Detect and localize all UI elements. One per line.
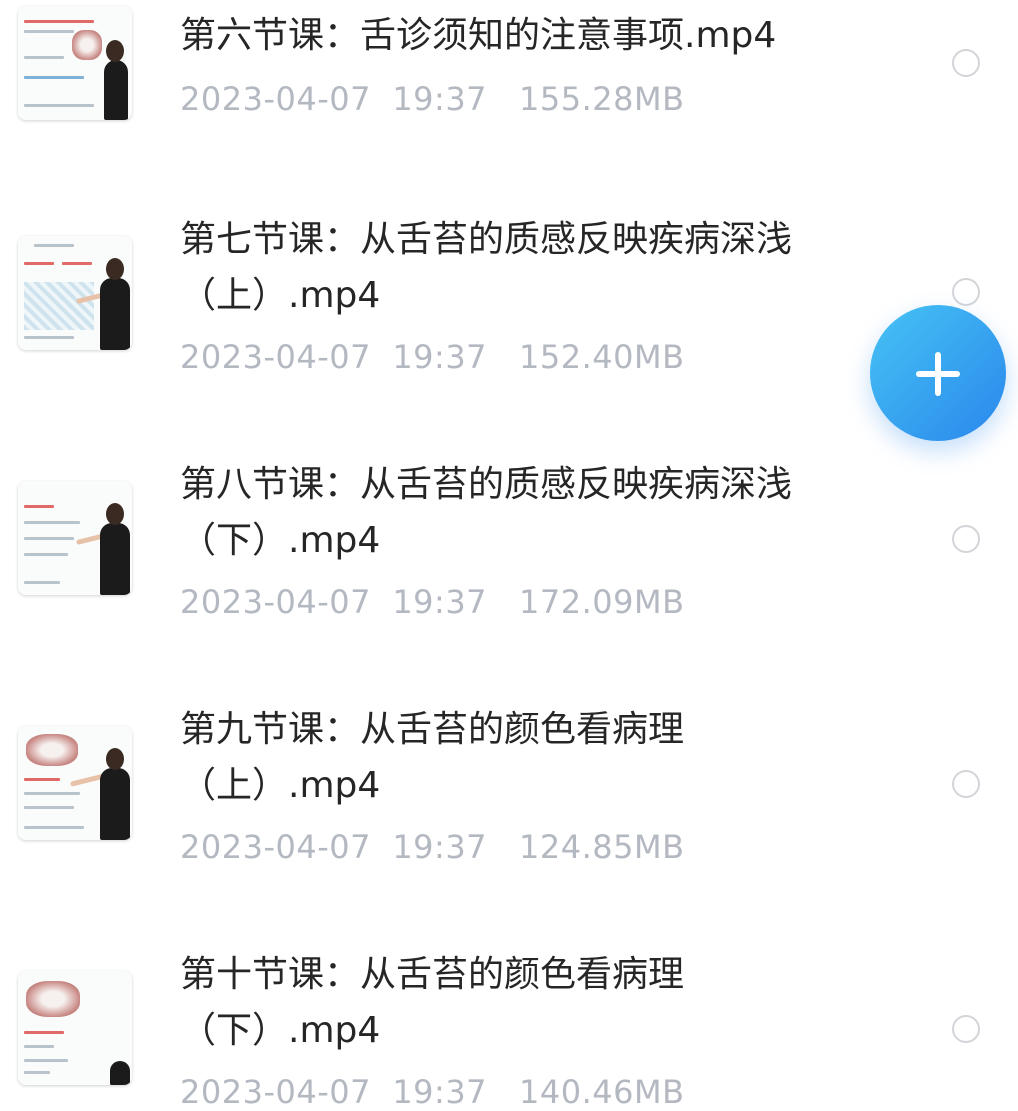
file-name: 第七节课：从舌苔的质感反映疾病深浅（上）.mp4 [180, 219, 793, 316]
video-thumbnail[interactable] [18, 236, 132, 350]
file-name: 第十节课：从舌苔的颜色看病理（下）.mp4 [180, 954, 685, 1051]
video-thumbnail[interactable] [18, 6, 132, 120]
select-radio[interactable] [952, 1015, 980, 1043]
select-radio[interactable] [952, 770, 980, 798]
file-date: 2023-04-07 [180, 583, 371, 621]
file-size: 140.46MB [519, 1073, 685, 1111]
select-radio[interactable] [952, 49, 980, 77]
file-time: 19:37 [392, 338, 488, 376]
file-meta: 2023-04-07 19:37 155.28MB [180, 80, 685, 118]
file-date: 2023-04-07 [180, 1073, 371, 1111]
video-thumbnail[interactable] [18, 726, 132, 840]
file-list-item[interactable]: 第七节课：从舌苔的质感反映疾病深浅（上）.mp4 2023-04-07 19:3… [0, 200, 1018, 420]
file-meta: 2023-04-07 19:37 124.85MB [180, 828, 685, 866]
file-meta: 2023-04-07 19:37 140.46MB [180, 1073, 685, 1111]
file-meta: 2023-04-07 19:37 152.40MB [180, 338, 685, 376]
file-list-item[interactable]: 第十节课：从舌苔的颜色看病理（下）.mp4 2023-04-07 19:37 1… [0, 935, 1018, 1111]
file-list-item[interactable]: 第六节课：舌诊须知的注意事项.mp4 2023-04-07 19:37 155.… [0, 0, 1018, 150]
file-date: 2023-04-07 [180, 80, 371, 118]
file-meta: 2023-04-07 19:37 172.09MB [180, 583, 685, 621]
select-radio[interactable] [952, 525, 980, 553]
file-date: 2023-04-07 [180, 828, 371, 866]
file-size: 152.40MB [519, 338, 685, 376]
file-list: 第六节课：舌诊须知的注意事项.mp4 2023-04-07 19:37 155.… [0, 0, 1018, 1111]
file-time: 19:37 [392, 80, 488, 118]
file-name: 第八节课：从舌苔的质感反映疾病深浅（下）.mp4 [180, 464, 793, 561]
file-list-item[interactable]: 第九节课：从舌苔的颜色看病理（上）.mp4 2023-04-07 19:37 1… [0, 690, 1018, 910]
file-name: 第六节课：舌诊须知的注意事项.mp4 [180, 15, 777, 56]
file-date: 2023-04-07 [180, 338, 371, 376]
file-size: 172.09MB [519, 583, 685, 621]
file-list-item[interactable]: 第八节课：从舌苔的质感反映疾病深浅（下）.mp4 2023-04-07 19:3… [0, 445, 1018, 665]
video-thumbnail[interactable] [18, 971, 132, 1085]
file-time: 19:37 [392, 583, 488, 621]
file-size: 124.85MB [519, 828, 685, 866]
file-name: 第九节课：从舌苔的颜色看病理（上）.mp4 [180, 709, 685, 806]
file-time: 19:37 [392, 1073, 488, 1111]
video-thumbnail[interactable] [18, 481, 132, 595]
file-size: 155.28MB [519, 80, 685, 118]
add-button[interactable] [870, 305, 1006, 441]
select-radio[interactable] [952, 278, 980, 306]
file-time: 19:37 [392, 828, 488, 866]
